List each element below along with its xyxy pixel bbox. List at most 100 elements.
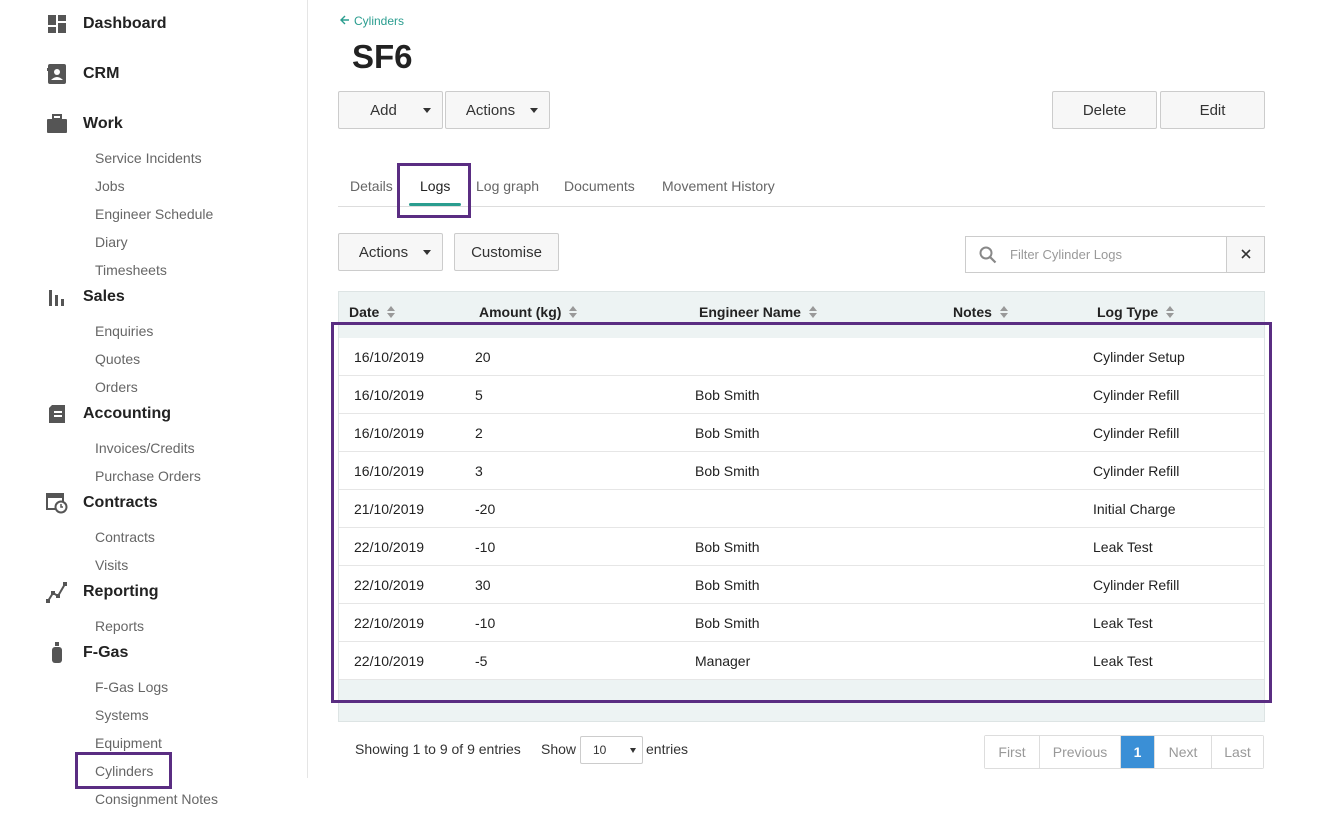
sidebar-item-contracts[interactable]: Contracts (95, 527, 155, 547)
sidebar-item-jobs[interactable]: Jobs (95, 176, 125, 196)
table-row[interactable]: 22/10/2019 30 Bob Smith Cylinder Refill (339, 566, 1264, 604)
cell-engineer: Manager (695, 653, 751, 669)
last-page-button[interactable]: Last (1212, 736, 1263, 768)
sidebar-item-f-gas-logs[interactable]: F-Gas Logs (95, 677, 168, 697)
table-row[interactable]: 16/10/2019 2 Bob Smith Cylinder Refill (339, 414, 1264, 452)
table-row[interactable]: 16/10/2019 5 Bob Smith Cylinder Refill (339, 376, 1264, 414)
cell-log-type: Cylinder Refill (1093, 387, 1180, 403)
line-graph-icon (46, 581, 68, 603)
column-header-amount[interactable]: Amount (kg) (479, 304, 578, 320)
cell-log-type: Leak Test (1093, 615, 1153, 631)
page-size-select[interactable]: 10 (580, 736, 643, 764)
sidebar-item-systems[interactable]: Systems (95, 705, 149, 725)
nav-section-accounting[interactable]: Accounting (46, 402, 171, 426)
active-tab-indicator (409, 203, 461, 206)
filter-cylinder-logs-input[interactable] (1010, 247, 1210, 262)
cell-amount: 2 (475, 425, 483, 441)
sidebar-item-service-incidents[interactable]: Service Incidents (95, 148, 202, 168)
sidebar-item-orders[interactable]: Orders (95, 377, 138, 397)
nav-section-f-gas[interactable]: F-Gas (46, 641, 128, 665)
cell-date: 16/10/2019 (354, 425, 425, 441)
table-row[interactable]: 22/10/2019 -5 Manager Leak Test (339, 642, 1264, 680)
sidebar-item-enquiries[interactable]: Enquiries (95, 321, 153, 341)
cell-date: 22/10/2019 (354, 539, 425, 555)
column-header-notes[interactable]: Notes (953, 304, 1008, 320)
grid-actions-dropdown-button[interactable]: Actions (338, 233, 443, 271)
cell-engineer: Bob Smith (695, 387, 760, 403)
sidebar-item-engineer-schedule[interactable]: Engineer Schedule (95, 204, 213, 224)
nav-section-label: Reporting (83, 583, 159, 600)
sidebar-item-consignment-notes[interactable]: Consignment Notes (95, 789, 218, 809)
tab-logs[interactable]: Logs (420, 178, 450, 194)
cell-log-type: Cylinder Setup (1093, 349, 1185, 365)
table-info: Showing 1 to 9 of 9 entries (355, 741, 521, 757)
table-row[interactable]: 22/10/2019 -10 Bob Smith Leak Test (339, 528, 1264, 566)
gas-cylinder-icon (46, 642, 68, 664)
tab-log-graph[interactable]: Log graph (476, 178, 539, 194)
cell-amount: -20 (475, 501, 496, 517)
column-header-log-type[interactable]: Log Type (1097, 304, 1175, 320)
table-row[interactable]: 16/10/2019 3 Bob Smith Cylinder Refill (339, 452, 1264, 490)
page-size-value: 10 (593, 743, 607, 757)
search-icon (966, 246, 1010, 264)
column-header-date[interactable]: Date (349, 304, 396, 320)
table-row[interactable]: 21/10/2019 -20 Initial Charge (339, 490, 1264, 528)
cell-engineer: Bob Smith (695, 463, 760, 479)
page-1-button[interactable]: 1 (1121, 736, 1155, 768)
sidebar-item-purchase-orders[interactable]: Purchase Orders (95, 466, 201, 486)
cell-log-type: Leak Test (1093, 539, 1153, 555)
sidebar-item-quotes[interactable]: Quotes (95, 349, 140, 369)
column-header-engineer-name[interactable]: Engineer Name (699, 304, 817, 320)
page-title: SF6 (352, 38, 413, 75)
nav-section-work[interactable]: Work (46, 112, 123, 136)
breadcrumb-back-link[interactable]: Cylinders (340, 14, 404, 28)
edit-button[interactable]: Edit (1160, 91, 1265, 129)
sidebar-item-diary[interactable]: Diary (95, 232, 128, 252)
caret-down-icon (630, 748, 636, 753)
sidebar-item-visits[interactable]: Visits (95, 555, 128, 575)
delete-button[interactable]: Delete (1052, 91, 1157, 129)
add-dropdown-button[interactable]: Add (338, 91, 443, 129)
caret-down-icon (530, 108, 538, 113)
cell-date: 16/10/2019 (354, 387, 425, 403)
sidebar-item-equipment[interactable]: Equipment (95, 733, 162, 753)
actions-dropdown-button[interactable]: Actions (445, 91, 550, 129)
column-header-label: Date (349, 304, 380, 320)
sort-icon (569, 306, 578, 318)
contact-card-icon (46, 63, 68, 85)
arrow-left-icon (340, 14, 350, 28)
sort-icon (1166, 306, 1175, 318)
cell-amount: 30 (475, 577, 491, 593)
first-page-button[interactable]: First (985, 736, 1040, 768)
dashboard-icon (46, 13, 68, 35)
sidebar-item-timesheets[interactable]: Timesheets (95, 260, 167, 280)
caret-down-icon (423, 108, 431, 113)
nav-section-dashboard[interactable]: Dashboard (46, 12, 167, 36)
nav-section-contracts[interactable]: Contracts (46, 491, 158, 515)
nav-section-label: Dashboard (83, 15, 167, 32)
nav-section-sales[interactable]: Sales (46, 285, 125, 309)
customise-button[interactable]: Customise (454, 233, 559, 271)
previous-page-button[interactable]: Previous (1040, 736, 1121, 768)
sidebar-item-invoices-credits[interactable]: Invoices/Credits (95, 438, 195, 458)
sidebar-item-reports[interactable]: Reports (95, 616, 144, 636)
actions-button-label: Actions (465, 101, 516, 119)
cell-log-type: Cylinder Refill (1093, 463, 1180, 479)
column-header-label: Amount (kg) (479, 304, 562, 320)
nav-section-crm[interactable]: CRM (46, 62, 119, 86)
sidebar-item-cylinders[interactable]: Cylinders (95, 761, 153, 781)
cell-date: 22/10/2019 (354, 577, 425, 593)
tab-documents[interactable]: Documents (564, 178, 635, 194)
cell-log-type: Cylinder Refill (1093, 577, 1180, 593)
next-page-button[interactable]: Next (1155, 736, 1212, 768)
table-row[interactable]: 16/10/2019 20 Cylinder Setup (339, 338, 1264, 376)
table-row[interactable]: 22/10/2019 -10 Bob Smith Leak Test (339, 604, 1264, 642)
nav-section-label: Sales (83, 288, 125, 305)
tab-details[interactable]: Details (350, 178, 393, 194)
cell-log-type: Cylinder Refill (1093, 425, 1180, 441)
add-button-label: Add (370, 101, 397, 119)
show-label: Show (541, 741, 577, 757)
tab-movement-history[interactable]: Movement History (662, 178, 775, 194)
clear-filter-button[interactable] (1226, 236, 1265, 273)
nav-section-reporting[interactable]: Reporting (46, 580, 159, 604)
